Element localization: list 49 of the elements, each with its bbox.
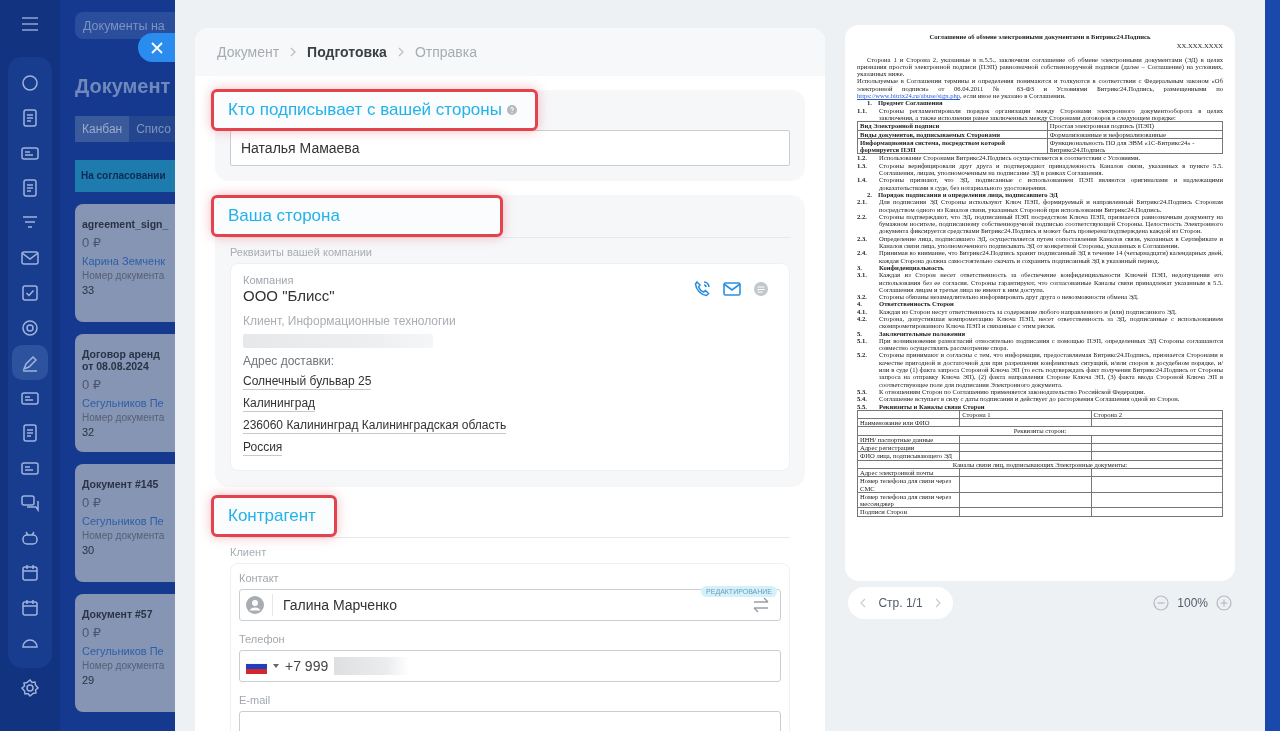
field-label: Номер документа <box>82 530 166 541</box>
field-label: E-mail <box>239 694 272 706</box>
search-field[interactable]: Документы на <box>75 12 175 39</box>
company-name[interactable]: ООО "Блисс" <box>243 287 335 304</box>
zoom-level: 100% <box>1177 596 1208 610</box>
field-label: Контакт <box>239 572 280 584</box>
card-title: Документ #145 <box>82 478 160 490</box>
company-subtitle: Клиент, Информационные технологии <box>243 314 457 328</box>
field-label: Номер документа <box>82 270 166 281</box>
deal-card[interactable]: Документ #145 0 ₽ Сегульников Пе Номер документа 30 <box>75 464 175 582</box>
field-label: Номер документа <box>82 412 166 423</box>
card-title: agreement_sign_ <box>82 218 170 230</box>
field-value: 32 <box>82 426 96 438</box>
view-tab[interactable]: Списо <box>129 116 175 142</box>
view-tab[interactable]: Канбан <box>75 116 130 142</box>
page-indicator: Стр. 1/1 <box>878 596 923 610</box>
field-label: Адрес доставки: <box>243 354 336 368</box>
phone-number: +7 999 <box>285 658 329 674</box>
deal-card[interactable]: Договор аренд от 08.08.2024 0 ₽ Сегульников Пе Номер документа 32 <box>75 334 175 452</box>
deal-card[interactable]: Документ #57 0 ₽ Сегульников Пе Номер документа 29 <box>75 594 175 712</box>
field-value: 33 <box>82 284 96 296</box>
field-label: Номер документа <box>82 660 166 671</box>
address-line[interactable]: Солнечный бульвар 25 <box>243 374 372 390</box>
section-title: Кто подписывает с вашей стороны <box>228 100 502 120</box>
field-caption: Реквизиты вашей компании <box>230 246 373 258</box>
field-label: Телефон <box>239 633 286 645</box>
step-link[interactable]: Подготовка <box>307 44 387 60</box>
field-value: 29 <box>82 674 96 686</box>
card-title: Договор аренд <box>82 348 161 360</box>
card-amount: 0 ₽ <box>82 625 103 640</box>
card-amount: 0 ₽ <box>82 377 103 392</box>
field-value: 30 <box>82 544 96 556</box>
card-amount: 0 ₽ <box>82 495 103 510</box>
deal-card[interactable]: agreement_sign_ 0 ₽ Карина Земченк Номер документа 33 <box>75 204 175 322</box>
section-title: Контрагент <box>228 506 316 526</box>
card-title: от 08.08.2024 <box>82 360 150 372</box>
column-header: На согласовании <box>75 160 175 192</box>
address-line[interactable]: Калининград <box>243 396 316 412</box>
address-line[interactable]: 236060 Калининград Калининградская область <box>243 418 507 434</box>
card-amount: 0 ₽ <box>82 235 103 250</box>
field-label: Компания <box>243 274 295 286</box>
field-caption: Клиент <box>230 546 268 558</box>
contact-name: Галина Марченко <box>283 597 398 613</box>
page-title: Документ <box>75 75 172 98</box>
card-title: Документ #57 <box>82 608 154 620</box>
address-line[interactable]: Россия <box>243 440 283 456</box>
signer-field[interactable]: Наталья Мамаева <box>230 130 790 166</box>
phone-field[interactable]: +7 999 <box>239 650 781 682</box>
section-title: Ваша сторона <box>228 206 340 226</box>
